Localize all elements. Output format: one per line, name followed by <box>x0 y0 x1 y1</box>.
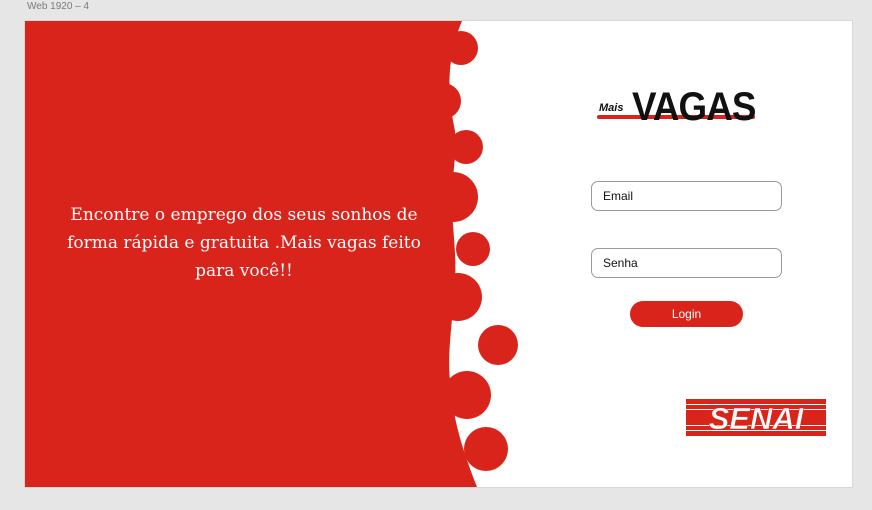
mais-vagas-logo: Mais VAGAS <box>597 85 767 135</box>
email-field[interactable] <box>591 181 782 211</box>
login-page: Encontre o emprego dos seus sonhos de fo… <box>25 21 852 487</box>
password-field[interactable] <box>591 248 782 278</box>
login-button[interactable]: Login <box>630 301 743 327</box>
logo-main-text: VAGAS <box>632 85 756 129</box>
senai-logo-text: SENAI <box>709 401 805 436</box>
logo-small-text: Mais <box>599 102 624 114</box>
senai-logo: SENAI <box>686 399 826 436</box>
artboard-label: Web 1920 – 4 <box>27 1 90 12</box>
hero-tagline: Encontre o emprego dos seus sonhos de fo… <box>67 205 421 281</box>
